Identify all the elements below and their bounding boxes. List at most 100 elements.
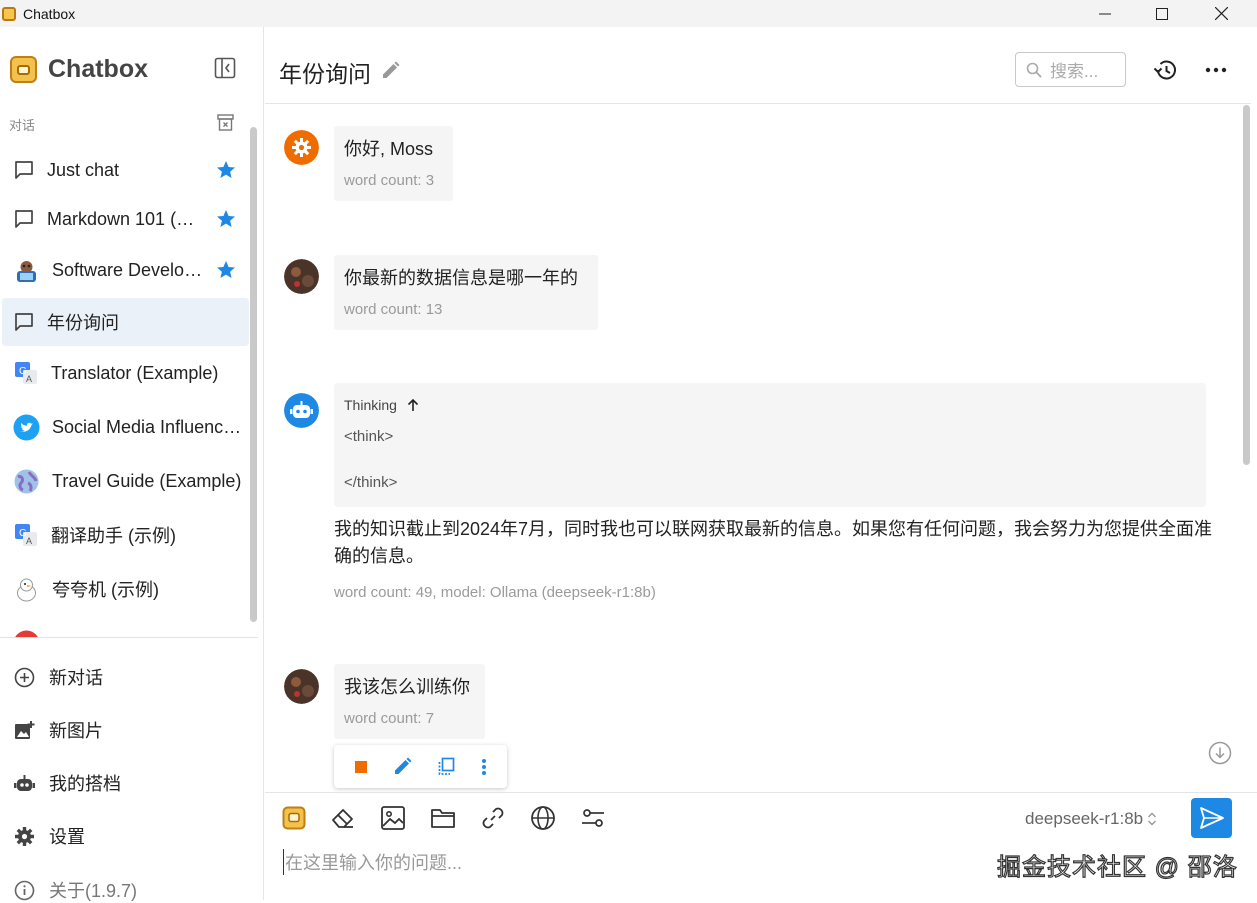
conversation-item[interactable]: 夸夸机 (示例)	[2, 565, 249, 613]
watermark: 掘金技术社区 @ 邵洛	[996, 853, 1238, 881]
send-icon	[1199, 807, 1224, 829]
conversation-item[interactable]: Travel Guide (Example)	[2, 457, 249, 505]
arrow-up-icon	[407, 398, 418, 411]
translate-icon: GA	[15, 524, 37, 546]
new-image-label: 新图片	[49, 721, 103, 741]
user-avatar	[284, 259, 319, 294]
my-copilots-label: 我的搭档	[49, 774, 121, 794]
think-close-tag: </think>	[344, 474, 398, 491]
search-icon	[1026, 62, 1042, 78]
conversation-item[interactable]: GA 翻译助手 (示例)	[2, 511, 249, 559]
messages-scrollbar[interactable]	[1243, 105, 1250, 465]
new-chat-button[interactable]: 新对话	[14, 664, 103, 690]
duck-avatar-icon	[17, 578, 36, 601]
conversation-label: 翻译助手 (示例)	[51, 526, 176, 546]
link-icon[interactable]	[480, 805, 506, 831]
clear-conversations-icon[interactable]	[217, 114, 234, 131]
twitter-icon	[13, 414, 40, 440]
conversation-label: 夸夸机 (示例)	[52, 580, 159, 600]
conversation-label: Social Media Influencer (Example)	[52, 416, 242, 437]
message-text: 你好, Moss	[344, 139, 434, 159]
window-title: Chatbox	[23, 5, 76, 22]
message-input[interactable]: 在这里输入你的问题...	[283, 849, 462, 875]
conversation-list: Just chat Markdown 101 (Example) Softwar…	[0, 145, 250, 637]
chat-bubble-icon	[15, 210, 33, 228]
conversation-item[interactable]: Markdown 101 (Example)	[2, 195, 249, 243]
thinking-label: Thinking	[344, 397, 397, 413]
conversation-label: Travel Guide (Example)	[52, 470, 242, 491]
message-meta: word count: 49, model: Ollama (deepseek-…	[334, 584, 656, 601]
chat-bubble-icon	[15, 161, 33, 179]
chat-header: 年份询问 搜索...	[265, 27, 1251, 104]
brand: Chatbox	[10, 55, 148, 84]
message-text: 我该怎么训练你	[344, 677, 470, 697]
image-icon[interactable]	[380, 805, 406, 831]
composer: deepseek-r1:8b 在这里输入你的问题... 掘金技术社区 @ 邵洛	[265, 792, 1257, 900]
assistant-answer: 我的知识截止到2024年7月，同时我也可以联网获取最新的信息。如果您有任何问题，…	[334, 519, 1213, 566]
more-vertical-icon[interactable]	[481, 758, 487, 776]
copy-icon[interactable]	[437, 757, 456, 776]
globe-icon[interactable]	[530, 805, 556, 831]
message-user: 我该怎么训练你 word count: 7	[334, 664, 485, 739]
thinking-toggle[interactable]: Thinking	[344, 397, 1196, 413]
thinking-block: Thinking <think> </think>	[334, 383, 1206, 507]
conversation-item[interactable]: GA Translator (Example)	[2, 349, 249, 397]
message-toolbar	[334, 745, 507, 788]
search-input[interactable]: 搜索...	[1015, 52, 1126, 87]
conversation-item[interactable]: Just chat	[2, 146, 249, 194]
settings-label: 设置	[49, 827, 85, 847]
folder-icon[interactable]	[430, 805, 456, 831]
more-options-icon[interactable]	[1205, 60, 1227, 80]
chatbox-logo-icon	[10, 56, 37, 83]
conversation-label: Software Developer (Example)	[52, 259, 204, 280]
my-copilots-button[interactable]: 我的搭档	[14, 770, 121, 796]
star-icon[interactable]	[216, 260, 236, 280]
new-image-button[interactable]: 新图片	[14, 717, 103, 743]
maximize-button[interactable]	[1133, 0, 1191, 27]
history-icon[interactable]	[1152, 58, 1178, 82]
star-icon[interactable]	[216, 160, 236, 180]
conversation-label: Translator (Example)	[51, 362, 219, 383]
about-label: 关于(1.9.7)	[49, 881, 138, 901]
chatbox-logo-icon[interactable]	[282, 806, 306, 830]
window-titlebar: Chatbox	[0, 0, 1257, 27]
conversation-label: Just chat	[47, 159, 120, 180]
model-selector[interactable]: deepseek-r1:8b	[1025, 809, 1157, 829]
conversation-item-active[interactable]: 年份询问	[2, 298, 249, 346]
about-button[interactable]: 关于(1.9.7)	[14, 877, 137, 903]
red-avatar-icon	[14, 630, 39, 637]
svg-text:A: A	[26, 374, 32, 384]
collapse-sidebar-icon[interactable]	[214, 57, 236, 79]
sidebar-divider	[0, 637, 258, 638]
stop-icon[interactable]	[354, 760, 368, 774]
message-system: 你好, Moss word count: 3	[334, 126, 453, 201]
message-meta: word count: 13	[344, 301, 443, 318]
user-avatar	[284, 669, 319, 704]
eraser-icon[interactable]	[330, 805, 356, 831]
conversation-item[interactable]: Social Media Influencer (Example)	[2, 403, 249, 451]
edit-title-icon[interactable]	[381, 61, 400, 80]
conversation-label: 年份询问	[47, 313, 119, 333]
sidebar-scrollbar[interactable]	[250, 127, 257, 622]
search-placeholder: 搜索...	[1050, 62, 1099, 81]
edit-message-icon[interactable]	[393, 757, 412, 776]
scroll-to-bottom-icon[interactable]	[1208, 741, 1232, 765]
minimize-button[interactable]	[1076, 0, 1134, 27]
conversation-title: 年份询问	[279, 61, 371, 87]
conversation-item[interactable]: Software Developer (Example)	[2, 246, 249, 294]
message-meta: word count: 3	[344, 172, 435, 189]
send-button[interactable]	[1191, 798, 1232, 838]
app-logo-icon	[2, 6, 16, 21]
globe-icon	[14, 469, 39, 493]
translate-icon: GA	[15, 362, 37, 384]
message-text: 你最新的数据信息是哪一年的	[344, 268, 578, 288]
add-circle-icon	[14, 667, 35, 687]
system-avatar	[284, 130, 319, 165]
conversation-item-partial[interactable]	[2, 619, 249, 637]
settings-sliders-icon[interactable]	[580, 805, 606, 831]
close-button[interactable]	[1192, 0, 1250, 27]
star-icon[interactable]	[216, 209, 236, 229]
unfold-icon	[1148, 812, 1157, 826]
settings-button[interactable]: 设置	[14, 823, 85, 849]
assistant-avatar	[284, 393, 319, 428]
